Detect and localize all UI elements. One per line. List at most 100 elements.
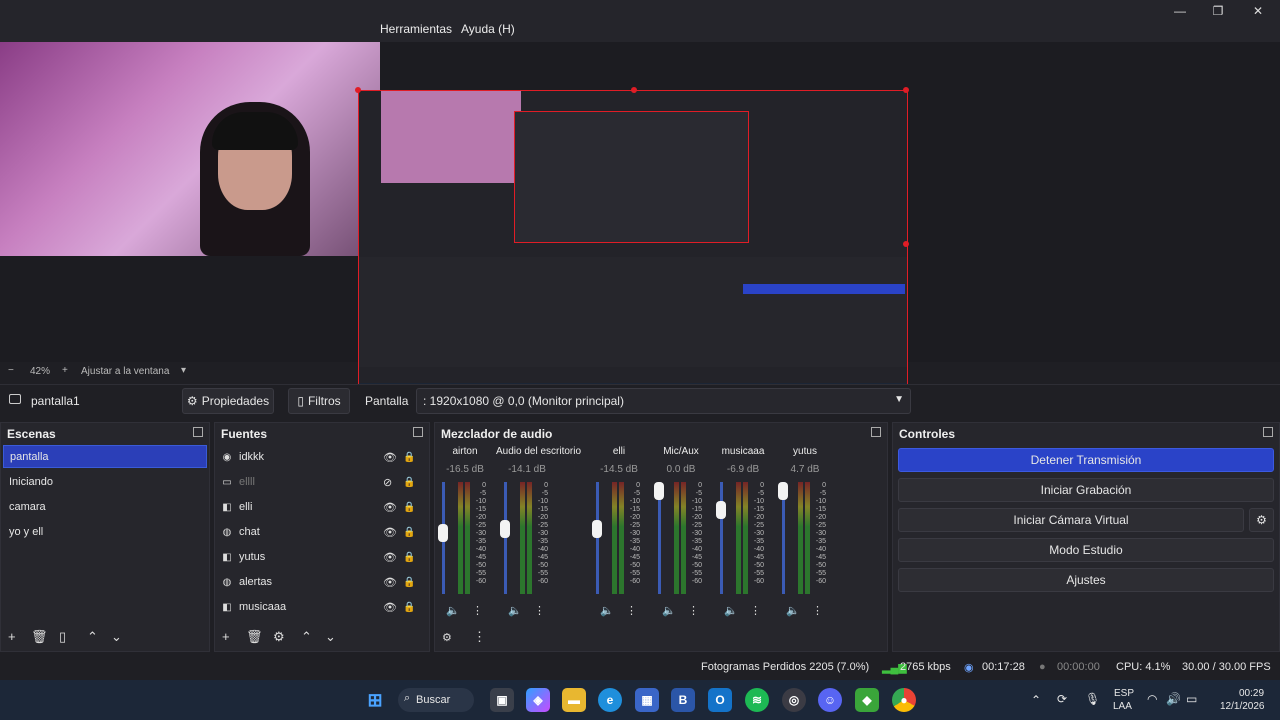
copilot-icon[interactable]: ◈ bbox=[526, 688, 550, 712]
stop-streaming-button[interactable]: Detener Transmisión bbox=[898, 448, 1274, 472]
eye-hidden-icon[interactable]: ⊘ bbox=[383, 476, 392, 489]
properties-button[interactable]: ⚙ Propiedades bbox=[182, 388, 274, 414]
display-select[interactable]: : 1920x1080 @ 0,0 (Monitor principal) ▼ bbox=[416, 388, 911, 414]
mute-speaker-icon[interactable]: 🔈 bbox=[662, 604, 676, 617]
source-item[interactable]: ◧ musicaaa 👁 🔒 bbox=[221, 596, 421, 618]
channel-menu-icon[interactable]: ⋮ bbox=[750, 604, 761, 617]
source-item[interactable]: ▭ ellll ⊘ 🔒 bbox=[221, 471, 421, 493]
start-virtual-camera-button[interactable]: Iniciar Cámara Virtual bbox=[898, 508, 1244, 532]
resize-handle[interactable] bbox=[355, 87, 361, 93]
language-bottom[interactable]: LAA bbox=[1113, 701, 1132, 712]
volume-fader[interactable] bbox=[504, 482, 507, 594]
store-icon[interactable]: ▦ bbox=[635, 688, 659, 712]
scene-item-camara[interactable]: camara bbox=[3, 495, 207, 518]
preview-canvas[interactable] bbox=[0, 42, 1280, 401]
clock-date[interactable]: 12/1/2026 bbox=[1220, 701, 1265, 712]
maximize-button[interactable]: ❐ bbox=[1208, 4, 1228, 18]
channel-menu-icon[interactable]: ⋮ bbox=[472, 604, 483, 617]
undock-icon[interactable] bbox=[871, 427, 881, 437]
zoom-out-button[interactable]: − bbox=[8, 365, 14, 376]
edge-icon[interactable]: e bbox=[598, 688, 622, 712]
screen-capture-source[interactable] bbox=[355, 87, 909, 401]
virtual-camera-settings-button[interactable]: ⚙ bbox=[1249, 508, 1274, 532]
menu-tools[interactable]: Herramientas bbox=[380, 22, 452, 36]
minimize-button[interactable]: — bbox=[1170, 4, 1190, 18]
mixer-settings-icon[interactable]: ⚙ bbox=[442, 631, 452, 644]
chrome-icon[interactable]: ● bbox=[892, 688, 916, 712]
zoom-dropdown-icon[interactable]: ▾ bbox=[181, 365, 186, 376]
mixer-menu-icon[interactable]: ⋮ bbox=[473, 629, 486, 645]
obs-icon[interactable]: ◎ bbox=[782, 688, 806, 712]
undock-icon[interactable] bbox=[193, 427, 203, 437]
source-item[interactable]: ◧ elli 👁 🔒 bbox=[221, 496, 421, 518]
volume-fader[interactable] bbox=[596, 482, 599, 594]
mute-speaker-icon[interactable]: 🔈 bbox=[446, 604, 460, 617]
resize-handle[interactable] bbox=[631, 87, 637, 93]
eye-icon[interactable]: 👁 bbox=[383, 451, 397, 464]
move-down-icon[interactable]: ⌄ bbox=[111, 629, 122, 645]
volume-fader[interactable] bbox=[720, 482, 723, 594]
fader-handle[interactable] bbox=[438, 524, 448, 543]
lock-icon[interactable]: 🔒 bbox=[403, 527, 415, 538]
move-down-icon[interactable]: ⌄ bbox=[325, 629, 336, 645]
discord-icon[interactable]: ☺ bbox=[818, 688, 842, 712]
lock-icon[interactable]: 🔒 bbox=[403, 502, 415, 513]
windows-start-icon[interactable]: ⊞ bbox=[363, 688, 387, 712]
resize-handle[interactable] bbox=[903, 241, 909, 247]
add-source-icon[interactable]: + bbox=[222, 629, 230, 644]
menu-help[interactable]: Ayuda (H) bbox=[461, 22, 515, 36]
channel-menu-icon[interactable]: ⋮ bbox=[534, 604, 545, 617]
eye-icon[interactable]: 👁 bbox=[383, 551, 397, 564]
wifi-icon[interactable]: ◠ bbox=[1147, 692, 1157, 706]
filters-button[interactable]: ▯ Filtros bbox=[288, 388, 350, 414]
lock-icon[interactable]: 🔒 bbox=[403, 577, 415, 588]
source-item[interactable]: ◍ alertas 👁 🔒 bbox=[221, 571, 421, 593]
channel-menu-icon[interactable]: ⋮ bbox=[626, 604, 637, 617]
volume-icon[interactable]: 🔊 bbox=[1166, 692, 1181, 706]
start-recording-button[interactable]: Iniciar Grabación bbox=[898, 478, 1274, 502]
scene-item-iniciando[interactable]: Iniciando bbox=[3, 470, 207, 493]
scene-item-pantalla[interactable]: pantalla bbox=[3, 445, 207, 468]
move-up-icon[interactable]: ⌃ bbox=[87, 629, 98, 645]
fader-handle[interactable] bbox=[500, 519, 510, 538]
outlook-icon[interactable]: O bbox=[708, 688, 732, 712]
source-item[interactable]: ◧ yutus 👁 🔒 bbox=[221, 546, 421, 568]
mute-speaker-icon[interactable]: 🔈 bbox=[600, 604, 614, 617]
undock-icon[interactable] bbox=[413, 427, 423, 437]
studio-mode-button[interactable]: Modo Estudio bbox=[898, 538, 1274, 562]
fader-handle[interactable] bbox=[654, 482, 664, 500]
taskbar-search[interactable]: ⌕ Buscar bbox=[398, 688, 474, 712]
task-view-icon[interactable]: ▣ bbox=[490, 688, 514, 712]
channel-menu-icon[interactable]: ⋮ bbox=[812, 604, 823, 617]
fader-handle[interactable] bbox=[716, 500, 726, 519]
scene-filters-icon[interactable]: ▯ bbox=[59, 629, 66, 645]
channel-menu-icon[interactable]: ⋮ bbox=[688, 604, 699, 617]
close-button[interactable]: ✕ bbox=[1248, 4, 1268, 18]
mute-speaker-icon[interactable]: 🔈 bbox=[508, 604, 522, 617]
lock-icon[interactable]: 🔒 bbox=[403, 477, 415, 488]
fader-handle[interactable] bbox=[592, 519, 602, 538]
source-item[interactable]: ◍ chat 👁 🔒 bbox=[221, 521, 421, 543]
remove-source-icon[interactable]: 🗑 bbox=[246, 629, 263, 645]
source-item[interactable]: ◉ idkkk 👁 🔒 bbox=[221, 446, 421, 468]
eye-icon[interactable]: 👁 bbox=[383, 576, 397, 589]
battery-icon[interactable]: ▭ bbox=[1186, 692, 1197, 706]
zoom-in-button[interactable]: + bbox=[62, 365, 68, 376]
add-scene-icon[interactable]: + bbox=[8, 629, 16, 644]
undock-icon[interactable] bbox=[1263, 427, 1273, 437]
eye-icon[interactable]: 👁 bbox=[383, 501, 397, 514]
scene-item-yo-y-ell[interactable]: yo y ell bbox=[3, 520, 207, 543]
mute-speaker-icon[interactable]: 🔈 bbox=[724, 604, 738, 617]
resize-handle[interactable] bbox=[903, 87, 909, 93]
language-top[interactable]: ESP bbox=[1114, 688, 1134, 699]
microphone-icon[interactable]: 🎙 bbox=[1085, 692, 1100, 706]
lock-icon[interactable]: 🔒 bbox=[403, 452, 415, 463]
bitwarden-icon[interactable]: B bbox=[671, 688, 695, 712]
fit-to-window[interactable]: Ajustar a la ventana bbox=[81, 366, 169, 377]
spotify-icon[interactable]: ≋ bbox=[745, 688, 769, 712]
file-explorer-icon[interactable]: ▬ bbox=[562, 688, 586, 712]
minecraft-icon[interactable]: ◆ bbox=[855, 688, 879, 712]
remove-scene-icon[interactable]: 🗑 bbox=[31, 629, 48, 645]
eye-icon[interactable]: 👁 bbox=[383, 526, 397, 539]
eye-icon[interactable]: 👁 bbox=[383, 601, 397, 614]
